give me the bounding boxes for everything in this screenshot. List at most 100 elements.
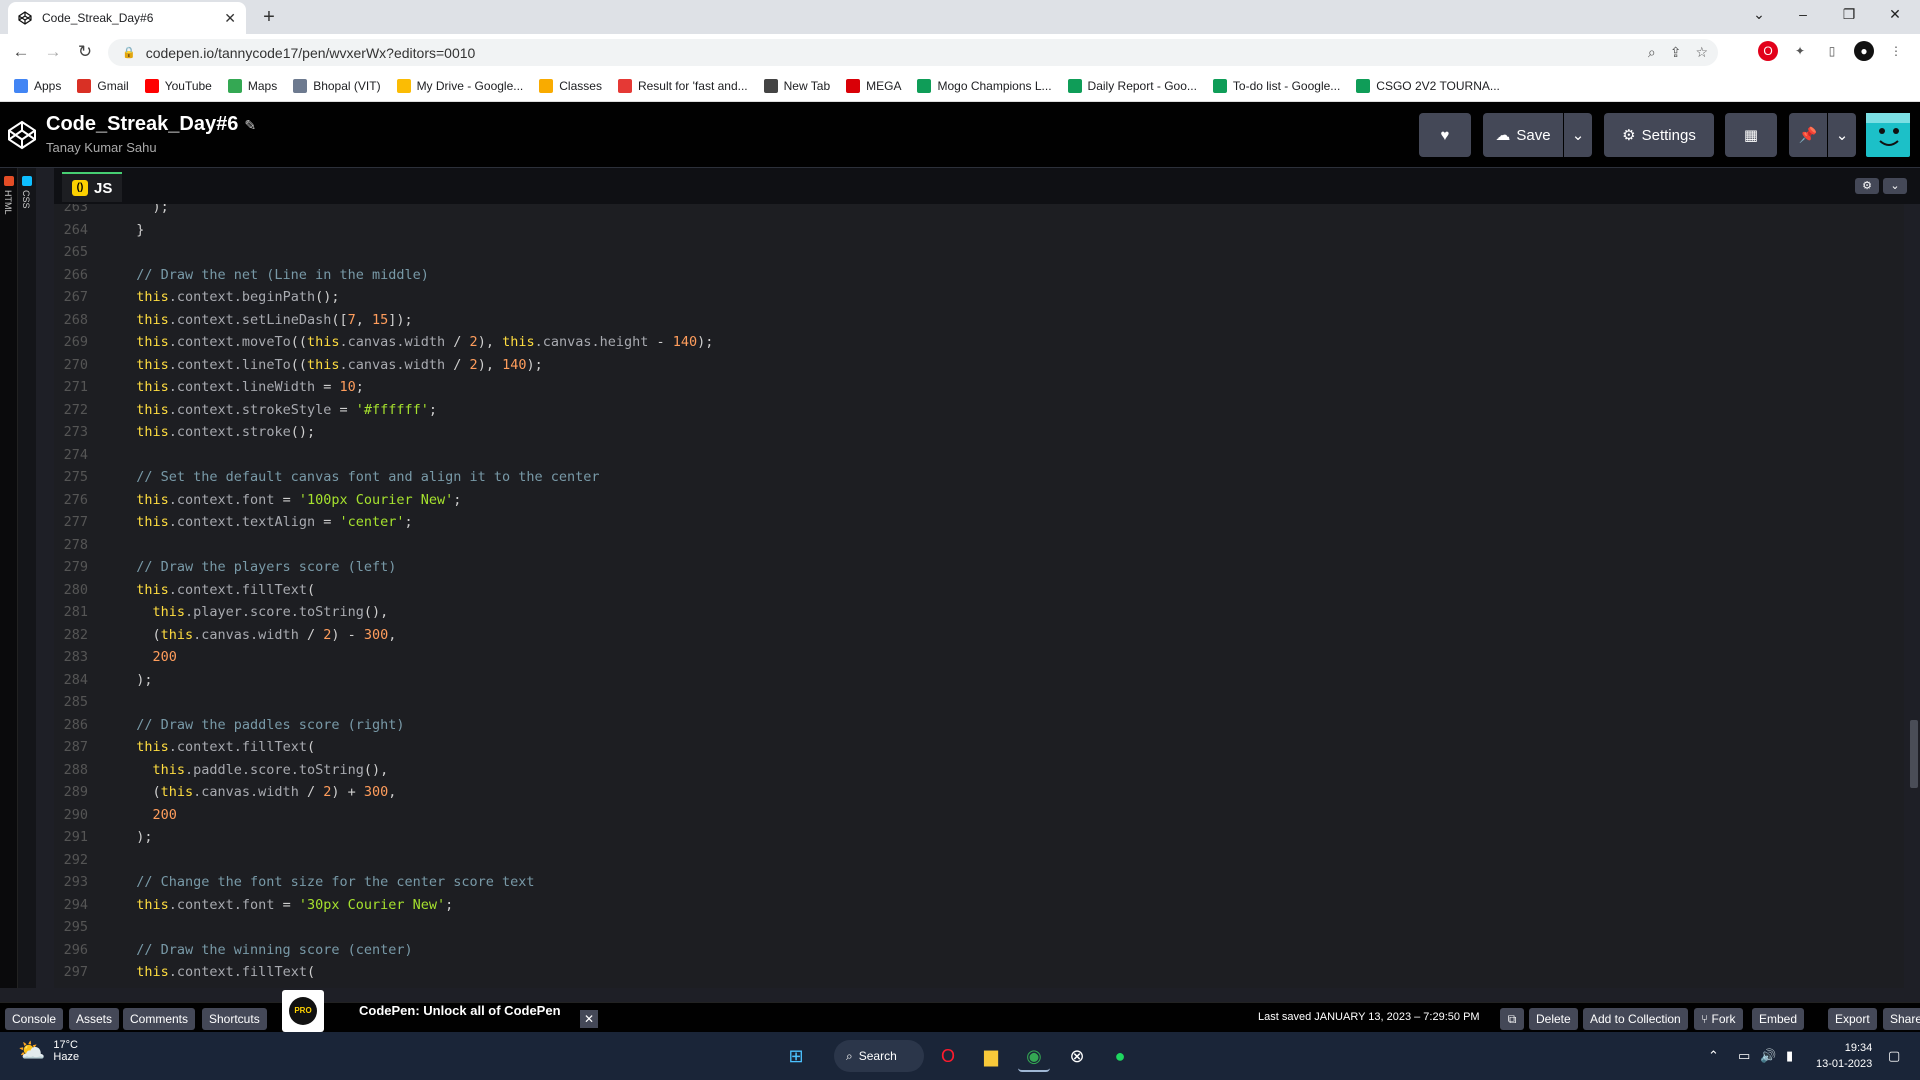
bookmark-label: New Tab bbox=[783, 78, 831, 93]
reload-button[interactable]: ↻ bbox=[74, 41, 96, 63]
editor-options-button[interactable]: ⌄ bbox=[1883, 178, 1907, 194]
code-line: 276 this.context.font = '100px Courier N… bbox=[54, 489, 1854, 512]
open-external-icon[interactable]: ⧉ bbox=[1500, 1008, 1524, 1030]
opera-extension-icon[interactable]: O bbox=[1758, 41, 1778, 61]
close-window-button[interactable]: ✕ bbox=[1872, 0, 1918, 30]
pen-title[interactable]: Code_Streak_Day#6 ✎ bbox=[46, 113, 256, 136]
pin-options-button[interactable]: ⌄ bbox=[1828, 113, 1856, 157]
bookmark-item[interactable]: New Tab bbox=[763, 78, 831, 93]
editor-scrollbar[interactable] bbox=[1910, 720, 1918, 788]
apps-grid-icon bbox=[14, 78, 28, 93]
profile-avatar-icon[interactable]: ● bbox=[1854, 41, 1874, 61]
opera-browser-icon[interactable]: O bbox=[932, 1040, 964, 1072]
line-number: 275 bbox=[63, 469, 88, 485]
minimize-button[interactable]: – bbox=[1780, 0, 1826, 30]
bookmark-item[interactable]: Gmail bbox=[77, 78, 129, 93]
bookmark-item[interactable]: Mogo Champions L... bbox=[917, 78, 1052, 93]
js-code-editor[interactable]: 263 ); 264 } 265 266 // Draw the net (Line … bbox=[54, 204, 1904, 988]
system-clock[interactable]: 19:34 13-01-2023 bbox=[1816, 1040, 1872, 1072]
volume-icon[interactable]: 🔊 bbox=[1760, 1048, 1776, 1064]
css-pane-collapsed[interactable]: CSS bbox=[18, 168, 36, 988]
bookmark-item[interactable]: CSGO 2V2 TOURNA... bbox=[1356, 78, 1500, 93]
add-to-collection-button[interactable]: Add to Collection bbox=[1583, 1008, 1688, 1030]
edit-pencil-icon[interactable]: ✎ bbox=[244, 117, 256, 133]
comments-button[interactable]: Comments bbox=[123, 1008, 196, 1030]
back-button[interactable]: ← bbox=[10, 41, 32, 63]
bookmark-item[interactable]: Bhopal (VIT) bbox=[293, 78, 381, 93]
close-promo-icon[interactable]: ✕ bbox=[580, 1010, 598, 1028]
bookmark-item[interactable]: My Drive - Google... bbox=[396, 78, 523, 93]
share-icon[interactable]: ⇪ bbox=[1670, 44, 1682, 61]
bookmark-item[interactable]: Maps bbox=[227, 78, 277, 93]
restore-button[interactable]: ❐ bbox=[1826, 0, 1872, 30]
network-icon[interactable]: ▭ bbox=[1738, 1048, 1750, 1064]
bookmark-item[interactable]: Classes bbox=[539, 78, 602, 93]
bookmark-item[interactable]: Apps bbox=[14, 78, 61, 93]
assets-button[interactable]: Assets bbox=[69, 1008, 120, 1030]
settings-button[interactable]: ⚙ Settings bbox=[1604, 113, 1714, 157]
xbox-icon[interactable]: ⊗ bbox=[1061, 1040, 1093, 1072]
editor-settings-button[interactable]: ⚙ bbox=[1855, 178, 1879, 194]
address-bar[interactable]: 🔒 codepen.io/tannycode17/pen/wvxerWx?edi… bbox=[108, 39, 1718, 66]
weather-widget[interactable]: ⛅ 17°C Haze bbox=[18, 1038, 79, 1064]
browser-tab[interactable]: Code_Streak_Day#6 ✕ bbox=[8, 2, 246, 34]
browser-menu-icon[interactable]: ⋮ bbox=[1886, 41, 1906, 61]
code-token: ( bbox=[306, 964, 316, 980]
code-token: = bbox=[331, 401, 356, 418]
embed-button[interactable]: Embed bbox=[1752, 1008, 1805, 1030]
user-avatar[interactable] bbox=[1866, 113, 1910, 157]
bookmark-star-icon[interactable]: ☆ bbox=[1695, 44, 1708, 61]
zoom-icon[interactable]: ⌕ bbox=[1648, 44, 1656, 61]
avatar-face-icon bbox=[1866, 113, 1910, 146]
forward-button[interactable]: → bbox=[42, 41, 64, 63]
bookmark-item[interactable]: Daily Report - Goo... bbox=[1067, 78, 1197, 93]
pro-badge[interactable]: PRO bbox=[282, 990, 324, 1032]
tray-overflow-icon[interactable]: ⌃ bbox=[1708, 1048, 1719, 1064]
delete-button[interactable]: Delete bbox=[1529, 1008, 1578, 1030]
chrome-icon[interactable]: ◉ bbox=[1018, 1040, 1050, 1072]
share-button[interactable]: Share bbox=[1883, 1008, 1920, 1030]
taskbar-search[interactable]: ⌕ Search bbox=[834, 1040, 924, 1072]
code-token: (); bbox=[315, 289, 340, 305]
notification-icon[interactable]: ▢ bbox=[1888, 1048, 1900, 1064]
side-panel-icon[interactable]: ▯ bbox=[1822, 41, 1842, 61]
file-explorer-icon[interactable]: ▆ bbox=[975, 1040, 1007, 1072]
bookmark-item[interactable]: MEGA bbox=[846, 78, 901, 93]
tab-search-icon[interactable]: ⌄ bbox=[1736, 0, 1782, 30]
pro-promo-text[interactable]: CodePen: Unlock all of CodePen bbox=[359, 1003, 561, 1018]
bookmark-item[interactable]: Result for 'fast and... bbox=[617, 78, 748, 93]
shortcuts-button[interactable]: Shortcuts bbox=[202, 1008, 267, 1030]
windows-start-icon[interactable]: ⊞ bbox=[780, 1040, 812, 1072]
bookmark-item[interactable]: To-do list - Google... bbox=[1212, 78, 1340, 93]
code-line: 274 bbox=[54, 444, 1854, 467]
code-token: (), bbox=[363, 604, 389, 620]
code-token: this bbox=[120, 311, 169, 328]
bookmark-item[interactable]: YouTube bbox=[144, 78, 212, 93]
lock-icon: 🔒 bbox=[122, 47, 136, 59]
pin-button[interactable]: 📌 bbox=[1789, 113, 1827, 157]
like-button[interactable]: ♥ bbox=[1419, 113, 1471, 157]
code-token: // Set the default canvas font and align… bbox=[120, 469, 600, 485]
change-view-button[interactable]: ▦ bbox=[1725, 113, 1777, 157]
html-pane-collapsed[interactable]: HTML bbox=[0, 168, 18, 988]
code-token: .player.score.toString bbox=[185, 604, 364, 620]
spotify-icon[interactable]: ● bbox=[1104, 1040, 1136, 1072]
battery-icon[interactable]: ▮ bbox=[1786, 1048, 1793, 1064]
fork-button[interactable]: ⑂ Fork bbox=[1694, 1008, 1743, 1030]
bookmark-label: Mogo Champions L... bbox=[937, 78, 1052, 93]
line-number: 266 bbox=[63, 266, 88, 283]
save-button[interactable]: ☁ Save bbox=[1483, 113, 1563, 157]
maps-pin-icon bbox=[227, 78, 242, 93]
puzzle-extensions-icon[interactable]: ✦ bbox=[1790, 41, 1810, 61]
new-tab-button[interactable]: + bbox=[256, 5, 282, 31]
tab-js[interactable]: () JS bbox=[62, 172, 123, 202]
pen-author[interactable]: Tanay Kumar Sahu bbox=[46, 140, 157, 155]
codepen-logo-icon[interactable] bbox=[6, 119, 38, 151]
export-button[interactable]: Export bbox=[1828, 1008, 1877, 1030]
console-button[interactable]: Console bbox=[5, 1008, 64, 1030]
tab-close-icon[interactable]: ✕ bbox=[224, 10, 236, 27]
code-line: 295 bbox=[54, 916, 1854, 939]
line-number: 263 bbox=[63, 204, 88, 215]
save-options-button[interactable]: ⌄ bbox=[1564, 113, 1592, 157]
code-token: ; bbox=[404, 514, 413, 530]
